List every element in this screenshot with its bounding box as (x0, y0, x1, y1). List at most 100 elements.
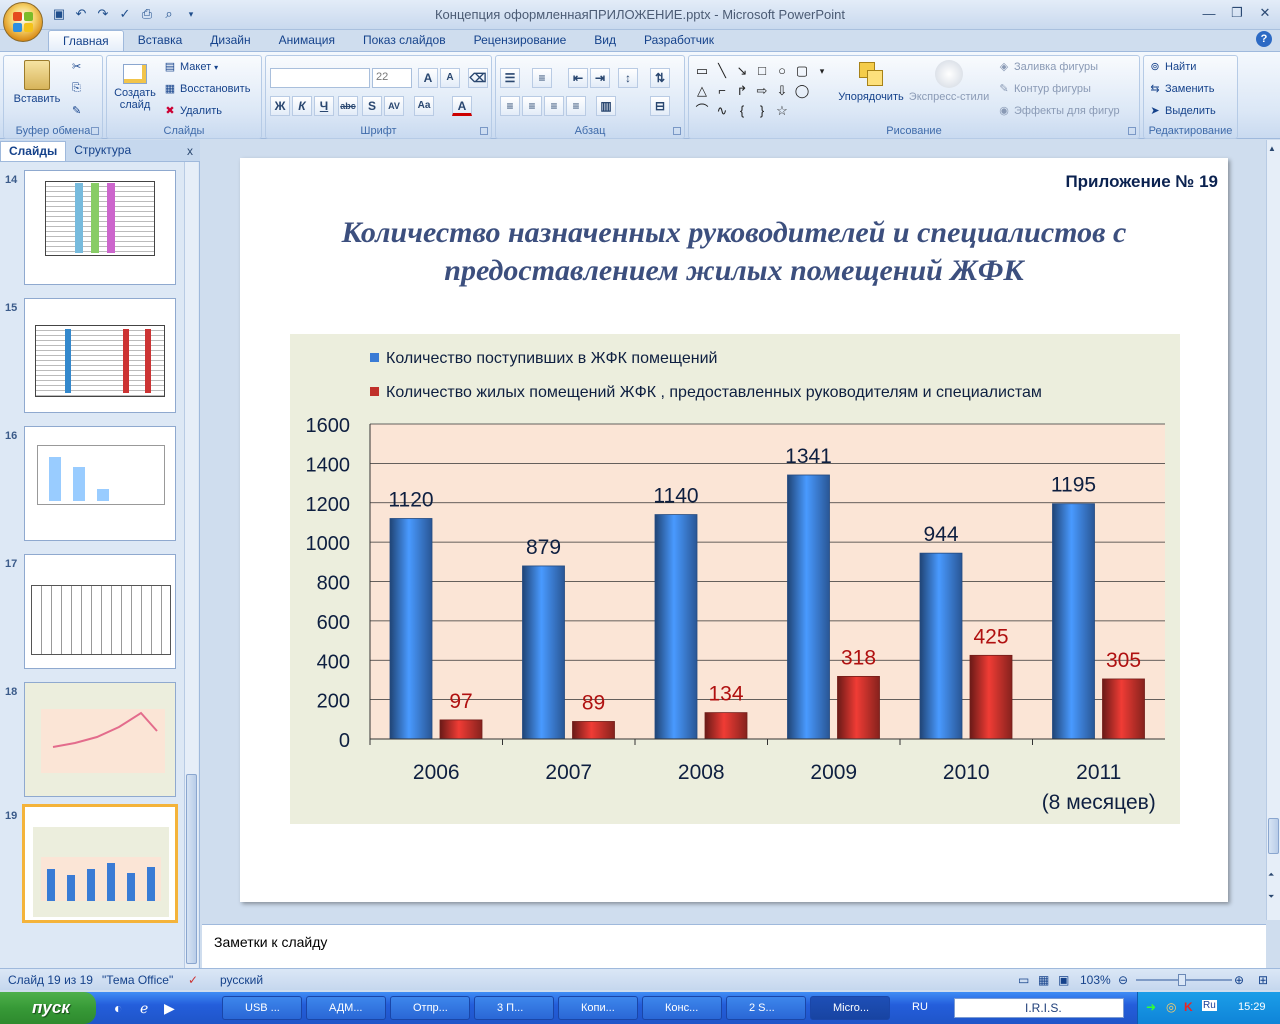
align-text-icon[interactable]: ⊟ (650, 96, 670, 116)
change-case-icon[interactable]: Aa (414, 96, 434, 116)
shape-outline-button[interactable]: ✎ Контур фигуры (997, 82, 1091, 96)
align-left-icon[interactable]: ≡ (500, 96, 520, 116)
font-name-combo[interactable] (270, 68, 370, 88)
format-painter-icon[interactable]: ✎ (72, 104, 81, 117)
find-button[interactable]: ⊚ Найти (1148, 60, 1196, 74)
dialog-launcher-icon[interactable] (91, 127, 99, 135)
font-color-icon[interactable]: A (452, 96, 472, 116)
brace-shape-icon[interactable]: } (753, 102, 771, 120)
slideshow-view-icon[interactable]: ▣ (1058, 973, 1069, 987)
strikethrough-icon[interactable]: abc (338, 96, 358, 116)
language[interactable]: русский (220, 973, 263, 987)
zoom-in-icon[interactable]: ⊕ (1234, 973, 1244, 987)
connector-shape-icon[interactable]: ⌐ (713, 82, 731, 100)
start-button[interactable]: пуск (0, 992, 96, 1024)
numbering-icon[interactable]: ≡ (532, 68, 552, 88)
shapes-more-icon[interactable]: ▾ (813, 62, 831, 80)
bullets-icon[interactable]: ☰ (500, 68, 520, 88)
tray-icon[interactable]: ◎ (1166, 1000, 1176, 1014)
tray-icon[interactable]: K (1184, 1000, 1193, 1014)
slide-sorter-icon[interactable]: ▦ (1038, 973, 1049, 987)
bent-arrow-shape-icon[interactable]: ↱ (733, 82, 751, 100)
slide-thumbnail-selected[interactable] (22, 804, 178, 923)
print-icon[interactable]: ⎙ (138, 5, 156, 23)
chart-area[interactable]: Количество поступивших в ЖФК помещений Ко… (290, 334, 1180, 824)
shape-effects-button[interactable]: ◉ Эффекты для фигур (997, 104, 1119, 118)
shape-fill-button[interactable]: ◈ Заливка фигуры (997, 60, 1098, 74)
taskbar-item-active[interactable]: Micro... (810, 996, 890, 1020)
right-arrow-shape-icon[interactable]: ⇨ (753, 82, 771, 100)
text-direction-icon[interactable]: ⇅ (650, 68, 670, 88)
dialog-launcher-icon[interactable] (1128, 127, 1136, 135)
slide-scroll-thumb[interactable] (1268, 818, 1279, 854)
curve-shape-icon[interactable]: ⌒ (693, 102, 711, 120)
align-center-icon[interactable]: ≡ (522, 96, 542, 116)
replace-button[interactable]: ⇆ Заменить (1148, 82, 1214, 96)
grow-font-icon[interactable]: A (418, 68, 438, 88)
line-spacing-icon[interactable]: ↕ (618, 68, 638, 88)
columns-icon[interactable]: ▥ (596, 96, 616, 116)
zoom-level[interactable]: 103% (1080, 973, 1111, 987)
panel-scroll-thumb[interactable] (186, 774, 197, 964)
justify-icon[interactable]: ≡ (566, 96, 586, 116)
slide-thumbnail[interactable] (24, 682, 176, 797)
normal-view-icon[interactable]: ▭ (1018, 973, 1029, 987)
bracket-shape-icon[interactable]: { (733, 102, 751, 120)
tab-review[interactable]: Рецензирование (460, 30, 581, 52)
minimize-icon[interactable]: — (1196, 3, 1222, 23)
rounded-rect-shape-icon[interactable]: ▢ (793, 62, 811, 80)
scroll-up-icon[interactable]: ▲ (1268, 144, 1279, 156)
wave-shape-icon[interactable]: ∿ (713, 102, 731, 120)
tab-home[interactable]: Главная (48, 30, 124, 52)
shadow-icon[interactable]: S (362, 96, 382, 116)
arrange-button[interactable]: Упорядочить (833, 60, 909, 103)
tab-design[interactable]: Дизайн (196, 30, 264, 52)
undo-icon[interactable]: ↶ (72, 5, 90, 23)
dialog-launcher-icon[interactable] (480, 127, 488, 135)
oval-shape-icon[interactable]: ○ (773, 62, 791, 80)
notes-pane[interactable]: Заметки к слайду (202, 924, 1266, 968)
italic-icon[interactable]: К (292, 96, 312, 116)
copy-icon[interactable]: ⎘ (72, 82, 81, 95)
quick-styles-button[interactable]: Экспресс-стили (909, 60, 989, 103)
zoom-slider-thumb[interactable] (1178, 974, 1186, 986)
slide-thumbnail[interactable] (24, 298, 176, 413)
dialog-launcher-icon[interactable] (673, 127, 681, 135)
language-indicator[interactable]: RU (912, 1001, 928, 1013)
taskbar-item[interactable]: 3 П... (474, 996, 554, 1020)
clear-format-icon[interactable]: ⌫ (468, 68, 488, 88)
theme-name[interactable]: "Тема Office" (102, 973, 173, 987)
tab-view[interactable]: Вид (580, 30, 630, 52)
decrease-indent-icon[interactable]: ⇤ (568, 68, 588, 88)
taskbar-item[interactable]: USB ... (222, 996, 302, 1020)
slide-thumbnail[interactable] (24, 426, 176, 541)
redo-icon[interactable]: ↷ (94, 5, 112, 23)
textbox-shape-icon[interactable]: ▭ (693, 62, 711, 80)
tab-developer[interactable]: Разработчик (630, 30, 728, 52)
select-button[interactable]: ➤ Выделить (1148, 104, 1215, 118)
taskbar-item[interactable]: Копи... (558, 996, 638, 1020)
font-size-combo[interactable]: 22 (372, 68, 412, 88)
help-icon[interactable]: ? (1256, 31, 1272, 47)
star-shape-icon[interactable]: ☆ (773, 102, 791, 120)
rect-shape-icon[interactable]: □ (753, 62, 771, 80)
close-panel-icon[interactable]: x (187, 144, 193, 158)
preview-icon[interactable]: ⌕ (160, 5, 178, 23)
taskbar-item[interactable]: Отпр... (390, 996, 470, 1020)
office-button[interactable] (3, 2, 43, 42)
taskbar-item[interactable]: Конс... (642, 996, 722, 1020)
increase-indent-icon[interactable]: ⇥ (590, 68, 610, 88)
quicklaunch-icon[interactable]: ◐ (114, 1000, 122, 1016)
slide-thumbnail[interactable] (24, 554, 176, 669)
restore-icon[interactable]: ❐ (1224, 3, 1250, 23)
iris-toolbar[interactable]: I.R.I.S. (954, 998, 1124, 1018)
paste-button[interactable]: Вставить (12, 60, 62, 105)
next-slide-icon[interactable]: ⏷ (1268, 892, 1274, 902)
down-arrow-shape-icon[interactable]: ⇩ (773, 82, 791, 100)
prev-slide-icon[interactable]: ⏶ (1268, 870, 1274, 880)
triangle-shape-icon[interactable]: △ (693, 82, 711, 100)
fit-window-icon[interactable]: ⊞ (1258, 973, 1268, 987)
line-shape-icon[interactable]: ╲ (713, 62, 731, 80)
reset-button[interactable]: ▦ Восстановить (163, 82, 251, 96)
bold-icon[interactable]: Ж (270, 96, 290, 116)
